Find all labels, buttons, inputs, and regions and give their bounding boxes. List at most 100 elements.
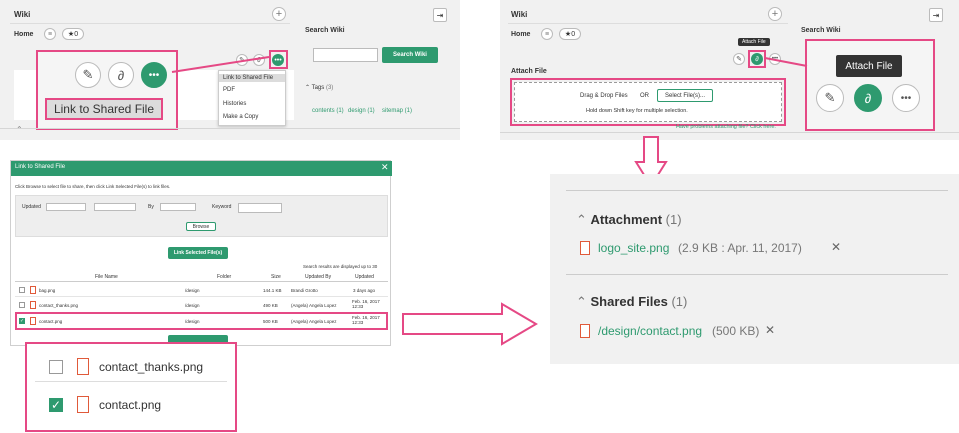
- row-checkbox[interactable]: [19, 302, 25, 308]
- search-wiki-title: Search Wiki: [305, 27, 345, 34]
- search-wiki-title: Search Wiki: [801, 27, 841, 34]
- collapse-sidebar-icon[interactable]: ⇥: [929, 8, 943, 22]
- by-select[interactable]: [160, 203, 196, 211]
- image-file-icon: [30, 286, 36, 294]
- tag-sitemap[interactable]: sitemap (1): [382, 108, 412, 114]
- row-size: 144.1 KB: [263, 288, 282, 293]
- row-updated: Feb. 16, 2017 12:33: [352, 299, 380, 309]
- attach-problem-link[interactable]: Have problems attaching file? Click here…: [676, 124, 776, 130]
- date-from-input[interactable]: [46, 203, 86, 211]
- tag-design[interactable]: design (1): [348, 108, 375, 114]
- star-count: 0: [74, 30, 79, 38]
- more-options-icon-zoom: •••: [892, 84, 920, 112]
- table-row[interactable]: contact_thanks.png /design 490 KB (Angel…: [15, 297, 388, 313]
- row-updated-by: (Angela) Angela Lopez: [291, 303, 337, 308]
- zoom-checkbox: [49, 360, 63, 374]
- browse-button[interactable]: Browse: [186, 222, 216, 231]
- tags-label: Tags: [311, 85, 325, 91]
- favorite-button[interactable]: ★ 0: [559, 28, 581, 40]
- attachment-meta: (2.9 KB : Apr. 11, 2017): [678, 241, 802, 255]
- col-file-name[interactable]: File Name: [95, 274, 118, 280]
- shared-files-count: (1): [671, 294, 688, 309]
- row-checkbox[interactable]: [19, 287, 25, 293]
- keyword-input[interactable]: [238, 203, 282, 213]
- search-wiki-button[interactable]: Search Wiki: [382, 47, 438, 63]
- zoom-row: ✓ contact.png: [35, 390, 227, 420]
- date-to-input[interactable]: [94, 203, 136, 211]
- zoom-file-name: contact.png: [99, 398, 162, 412]
- panel-bottom-divider: [500, 132, 959, 133]
- drop-zone[interactable]: [514, 82, 782, 122]
- drag-drop-label: Drag & Drop Files: [580, 93, 628, 99]
- highlight-more-button: [269, 50, 288, 69]
- select-files-button[interactable]: Select File(s)...: [657, 89, 713, 102]
- multi-select-hint: Hold down Shift key for multiple selecti…: [586, 108, 688, 114]
- tags-count: (3): [325, 85, 334, 91]
- favorite-button[interactable]: ★ 0: [62, 28, 84, 40]
- zoom-menu-label: Link to Shared File: [53, 102, 155, 116]
- shared-file-link[interactable]: /design/contact.png: [598, 324, 702, 338]
- more-dropdown-menu: Link to Shared File PDF Histories Make a…: [218, 70, 286, 126]
- col-folder[interactable]: Folder: [217, 274, 231, 280]
- chevron-up-icon[interactable]: ⌃: [576, 212, 591, 227]
- attachment-count: (1): [665, 212, 682, 227]
- zoom-tooltip: Attach File: [836, 55, 902, 77]
- results-note: Search results are displayed up to 30: [303, 264, 378, 269]
- attach-tooltip: Attach File: [738, 38, 770, 46]
- panel-bottom-divider: [0, 128, 460, 129]
- chevron-up-icon[interactable]: ⌃: [576, 294, 591, 309]
- close-icon[interactable]: ✕: [381, 162, 389, 173]
- collapse-sidebar-icon[interactable]: ⇥: [433, 8, 447, 22]
- zoom-menu-item: Link to Shared File: [45, 98, 163, 120]
- tags-heading: ⌃ Tags (3): [305, 84, 333, 91]
- image-file-icon: [580, 324, 590, 338]
- or-label: OR: [640, 93, 649, 99]
- result-panel: ⌃ Attachment (1) logo_site.png (2.9 KB :…: [550, 174, 959, 364]
- edit-icon-zoom: ✎: [816, 84, 844, 112]
- filter-area: Updated By Keyword Browse: [15, 195, 388, 237]
- shared-files-heading: ⌃ Shared Files (1): [576, 294, 687, 310]
- by-label: By: [148, 204, 154, 210]
- row-file-name[interactable]: bag.png: [39, 288, 55, 293]
- remove-shared-file-icon[interactable]: ✕: [765, 323, 775, 337]
- col-updated[interactable]: Updated: [355, 274, 374, 280]
- image-file-icon: [77, 396, 89, 413]
- tags-chevron-icon[interactable]: ⌃: [305, 85, 312, 91]
- col-updated-by[interactable]: Updated By: [305, 274, 331, 280]
- link-selected-button[interactable]: Link Selected File(s): [168, 247, 228, 259]
- divider: [10, 23, 290, 24]
- search-wiki-input[interactable]: [313, 48, 378, 62]
- keyword-label: Keyword: [212, 204, 232, 210]
- image-file-icon: [580, 241, 590, 255]
- table-row[interactable]: bag.png /design 144.1 KB Brandi Grotto 3…: [15, 283, 388, 297]
- row-updated-by: Brandi Grotto: [291, 288, 318, 293]
- edit-icon[interactable]: ✎: [733, 53, 745, 65]
- row-file-name[interactable]: contact_thanks.png: [39, 303, 78, 308]
- remove-attachment-icon[interactable]: ✕: [831, 240, 841, 254]
- list-icon[interactable]: ≡: [541, 28, 553, 40]
- image-file-icon: [77, 358, 89, 375]
- table-header: File Name Folder Size Updated By Updated: [15, 272, 388, 282]
- add-page-icon[interactable]: +: [768, 7, 782, 21]
- tag-contents[interactable]: contents (1): [312, 108, 344, 114]
- attach-file-label: Attach File: [511, 68, 547, 75]
- callout-connector: [764, 57, 808, 67]
- image-file-icon: [30, 301, 36, 309]
- row-size: 490 KB: [263, 303, 278, 308]
- zoom-tooltip-label: Attach File: [845, 60, 893, 72]
- col-size[interactable]: Size: [271, 274, 281, 280]
- link-shared-dialog: Link to Shared File ✕ Click Browse to se…: [10, 160, 392, 346]
- attachment-file-link[interactable]: logo_site.png: [598, 241, 669, 255]
- shared-files-title: Shared Files: [590, 294, 668, 309]
- attachment-title: Attachment: [590, 212, 663, 227]
- dialog-title: Link to Shared File: [15, 164, 66, 170]
- scroll-up-icon[interactable]: ⌃: [16, 125, 23, 134]
- wiki-panel-left: Wiki + Home ≡ ★0 ⌃ ✎ ∂ ••• Link to Share…: [0, 0, 460, 140]
- add-page-icon[interactable]: +: [272, 7, 286, 21]
- menu-item-pdf[interactable]: PDF: [223, 87, 235, 93]
- row-updated: 3 days ago: [353, 288, 376, 293]
- menu-item-make-copy[interactable]: Make a Copy: [223, 114, 258, 120]
- list-icon[interactable]: ≡: [44, 28, 56, 40]
- menu-item-link-shared[interactable]: Link to Shared File: [219, 74, 285, 82]
- menu-item-histories[interactable]: Histories: [223, 101, 246, 107]
